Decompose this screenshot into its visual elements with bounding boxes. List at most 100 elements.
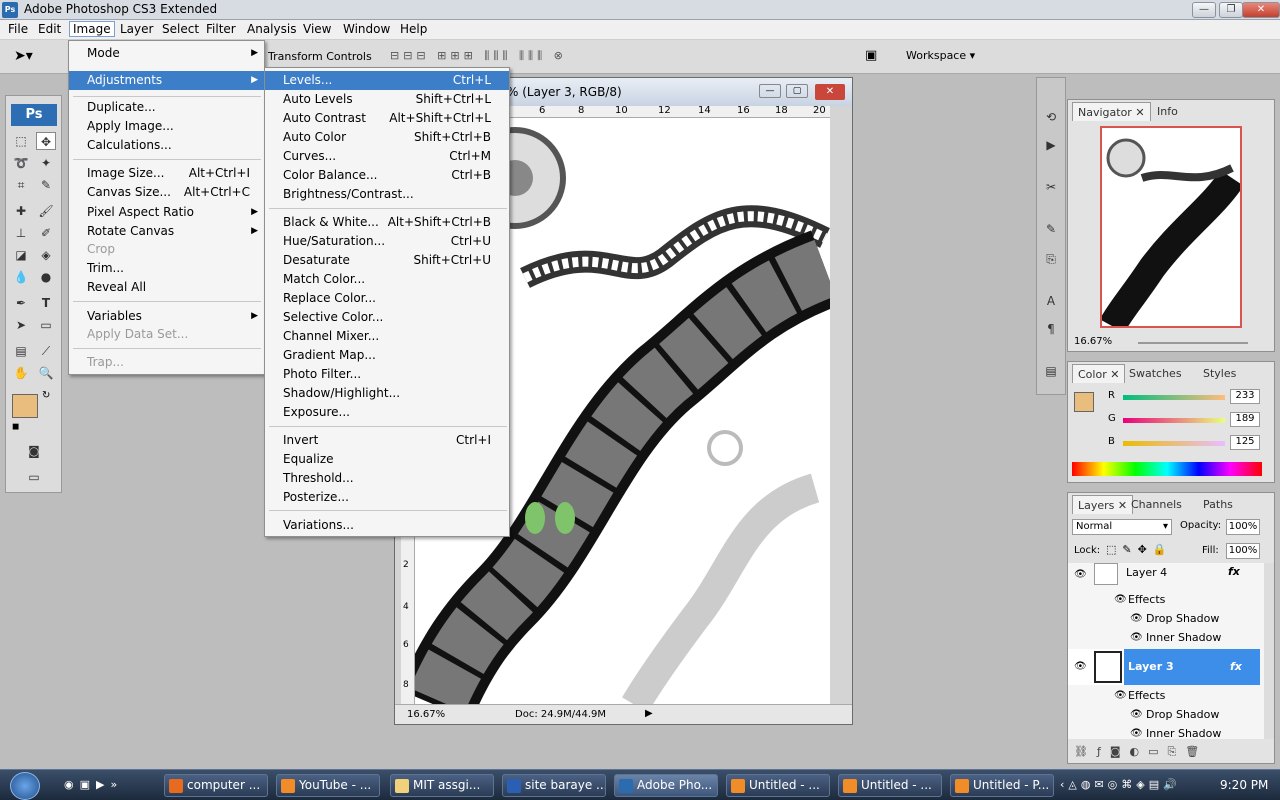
layer-actions-bar[interactable]: ⛓ƒ◙◐▭⎘🗑 (1074, 745, 1208, 759)
menu-window[interactable]: Window (343, 22, 390, 36)
visibility-eye-icon[interactable]: 👁 (1114, 590, 1127, 609)
menu-item-equalize[interactable]: Equalize (265, 450, 509, 469)
zoom-tool-icon[interactable]: 🔍 (36, 364, 56, 382)
dodge-tool-icon[interactable]: ● (36, 268, 56, 286)
move-tool-icon[interactable]: ➤▾ (14, 48, 33, 64)
move-tool-icon[interactable]: ✥ (36, 132, 56, 150)
lock-icons[interactable]: ⬚✎✥🔒 (1106, 543, 1173, 556)
menu-item-replace-color[interactable]: Replace Color... (265, 289, 509, 308)
marquee-tool-icon[interactable]: ⬚ (11, 132, 31, 150)
brush-tool-icon[interactable]: 🖌 (36, 202, 56, 220)
menu-item-apply-image[interactable]: Apply Image... (69, 117, 264, 136)
start-button[interactable] (10, 772, 40, 800)
clone-source-icon[interactable]: ⎘ (1041, 250, 1061, 268)
healing-brush-icon[interactable]: ✚ (11, 202, 31, 220)
layer-row-layer-3[interactable]: 👁 Layer 3 fx (1068, 649, 1260, 685)
actions-panel-icon[interactable]: ▶ (1041, 136, 1061, 154)
slice-tool-icon[interactable]: ✎ (36, 176, 56, 194)
clone-stamp-icon[interactable]: ⊥ (11, 224, 31, 242)
align-buttons-icon[interactable]: ⊟⊟⊟ ⊞⊞⊞ ⫼⫼⫼ ⫼⫼⫼ ⊗ (390, 49, 567, 63)
visibility-eye-icon[interactable]: 👁 (1074, 657, 1087, 676)
layer-row-layer-4[interactable]: 👁 Layer 4 fx (1068, 563, 1260, 587)
menu-item-auto-color[interactable]: Auto Color Shift+Ctrl+B (265, 128, 509, 147)
menu-item-pixel-aspect-ratio[interactable]: Pixel Aspect Ratio ▶ (69, 203, 264, 222)
notes-tool-icon[interactable]: ▤ (11, 342, 31, 360)
taskbar-item-word[interactable]: site baraye ... (502, 774, 606, 797)
foreground-color-swatch[interactable] (12, 394, 38, 418)
layers-scrollbar[interactable] (1264, 563, 1274, 739)
menu-item-exposure[interactable]: Exposure... (265, 403, 509, 422)
red-slider[interactable] (1123, 395, 1225, 400)
tool-presets-icon[interactable]: ✂ (1041, 178, 1061, 196)
workspace-button[interactable]: Workspace ▾ (906, 49, 975, 62)
tab-channels[interactable]: Channels (1126, 495, 1187, 514)
menu-file[interactable]: File (8, 22, 28, 36)
visibility-eye-icon[interactable]: 👁 (1130, 724, 1143, 739)
default-colors-icon[interactable]: ◼ (12, 422, 19, 432)
taskbar-item-untitled-2[interactable]: Untitled - ... (838, 774, 942, 797)
blur-tool-icon[interactable]: 💧 (11, 268, 31, 286)
taskbar-item-untitled-3[interactable]: Untitled - P... (950, 774, 1054, 797)
system-tray-icons[interactable]: ‹◬◍✉◎⌘◈▤🔊 (1060, 778, 1181, 791)
menu-item-auto-contrast[interactable]: Auto Contrast Alt+Shift+Ctrl+L (265, 109, 509, 128)
screen-mode-icon[interactable]: ▭ (24, 468, 44, 486)
character-panel-icon[interactable]: A (1041, 292, 1061, 310)
menu-item-photo-filter[interactable]: Photo Filter... (265, 365, 509, 384)
doc-minimize-button[interactable]: — (759, 84, 781, 98)
menu-item-calculations[interactable]: Calculations... (69, 136, 264, 155)
effect-drop-shadow[interactable]: 👁 Drop Shadow (1068, 705, 1260, 724)
menu-view[interactable]: View (303, 22, 331, 36)
visibility-eye-icon[interactable]: 👁 (1130, 609, 1143, 628)
navigator-zoom-slider[interactable] (1138, 342, 1248, 344)
effects-row[interactable]: 👁 Effects (1068, 686, 1260, 705)
menu-item-levels[interactable]: Levels... Ctrl+L (265, 71, 509, 90)
menu-item-threshold[interactable]: Threshold... (265, 469, 509, 488)
effect-drop-shadow[interactable]: 👁 Drop Shadow (1068, 609, 1260, 628)
green-value-input[interactable]: 189 (1230, 412, 1260, 427)
taskbar-item-untitled-1[interactable]: Untitled - ... (726, 774, 830, 797)
menu-item-canvas-size[interactable]: Canvas Size... Alt+Ctrl+C (69, 183, 264, 202)
shape-tool-icon[interactable]: ▭ (36, 316, 56, 334)
quick-mask-icon[interactable]: ◙ (24, 442, 44, 460)
magic-wand-tool-icon[interactable]: ✦ (36, 154, 56, 172)
hand-tool-icon[interactable]: ✋ (11, 364, 31, 382)
menu-edit[interactable]: Edit (38, 22, 61, 36)
menu-item-match-color[interactable]: Match Color... (265, 270, 509, 289)
menu-item-image-size[interactable]: Image Size... Alt+Ctrl+I (69, 164, 264, 183)
path-selection-icon[interactable]: ➤ (11, 316, 31, 334)
brushes-panel-icon[interactable]: ✎ (1041, 220, 1061, 238)
fill-input[interactable]: 100% (1226, 543, 1260, 559)
doc-maximize-button[interactable]: ▢ (786, 84, 808, 98)
effects-row[interactable]: 👁 Effects (1068, 590, 1260, 609)
menu-item-selective-color[interactable]: Selective Color... (265, 308, 509, 327)
navigator-zoom[interactable]: 16.67% (1074, 336, 1112, 347)
tab-swatches[interactable]: Swatches (1124, 364, 1187, 383)
tab-layers[interactable]: Layers ✕ (1072, 495, 1134, 514)
menu-item-rotate-canvas[interactable]: Rotate Canvas ▶ (69, 222, 264, 241)
crop-tool-icon[interactable]: ⌗ (11, 176, 31, 194)
effect-inner-shadow[interactable]: 👁 Inner Shadow (1068, 628, 1260, 647)
effect-inner-shadow[interactable]: 👁 Inner Shadow (1068, 724, 1260, 739)
menu-item-color-balance[interactable]: Color Balance... Ctrl+B (265, 166, 509, 185)
lasso-tool-icon[interactable]: ➰ (11, 154, 31, 172)
visibility-eye-icon[interactable]: 👁 (1074, 565, 1087, 584)
blend-mode-select[interactable]: Normal ▾ (1072, 519, 1172, 535)
history-panel-icon[interactable]: ⟲ (1041, 108, 1061, 126)
transform-controls-label[interactable]: Transform Controls (268, 50, 372, 63)
tab-color[interactable]: Color ✕ (1072, 364, 1126, 383)
taskbar-item-photoshop[interactable]: Adobe Pho... (614, 774, 718, 797)
taskbar-item-firefox[interactable]: computer ... (164, 774, 268, 797)
pen-tool-icon[interactable]: ✒ (11, 294, 31, 312)
eraser-tool-icon[interactable]: ◪ (11, 246, 31, 264)
menu-item-adjustments[interactable]: Adjustments ▶ (69, 71, 264, 90)
menu-item-trim[interactable]: Trim... (69, 259, 264, 278)
swap-colors-icon[interactable]: ↻ (42, 390, 50, 401)
zoom-level[interactable]: 16.67% (407, 709, 445, 720)
visibility-eye-icon[interactable]: 👁 (1114, 686, 1127, 705)
menu-item-auto-levels[interactable]: Auto Levels Shift+Ctrl+L (265, 90, 509, 109)
clock[interactable]: 9:20 PM (1220, 778, 1268, 792)
menu-item-hue-saturation[interactable]: Hue/Saturation... Ctrl+U (265, 232, 509, 251)
taskbar-item-folder[interactable]: MIT assgi... (390, 774, 494, 797)
menu-layer[interactable]: Layer (120, 22, 153, 36)
visibility-eye-icon[interactable]: 👁 (1130, 705, 1143, 724)
